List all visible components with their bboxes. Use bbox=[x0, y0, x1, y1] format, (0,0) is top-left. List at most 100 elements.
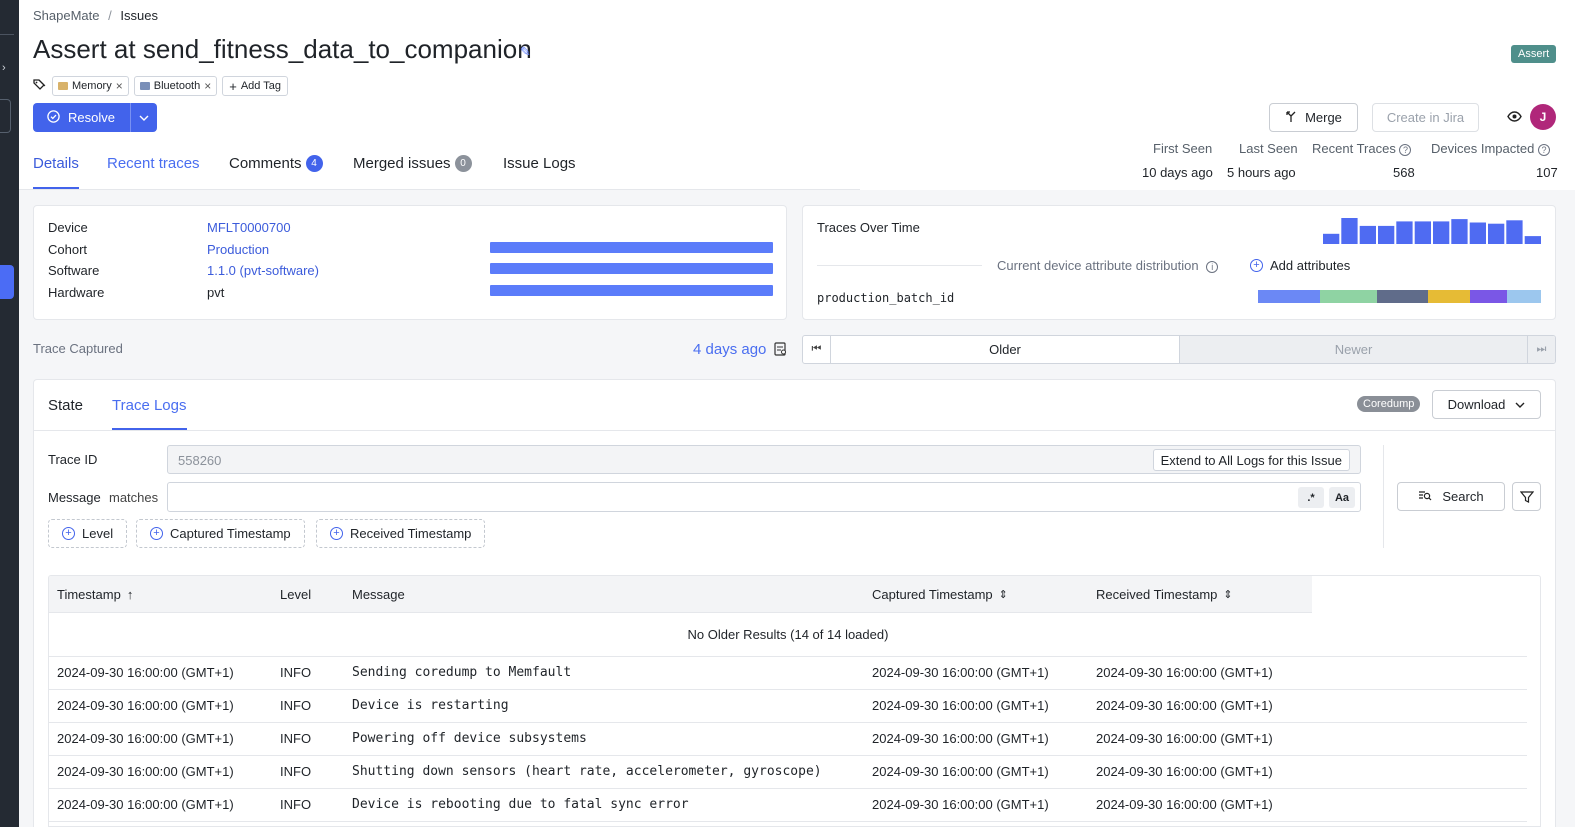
merge-button[interactable]: Merge bbox=[1269, 103, 1358, 132]
filter-button[interactable] bbox=[1512, 482, 1541, 511]
chart-bar[interactable] bbox=[1378, 225, 1395, 244]
regex-toggle[interactable]: .* bbox=[1298, 487, 1324, 508]
recent-traces-label-text: Recent Traces bbox=[1312, 141, 1396, 156]
help-icon[interactable]: i bbox=[1206, 261, 1219, 273]
column-message[interactable]: Message bbox=[352, 587, 405, 602]
software-link[interactable]: 1.1.0 (pvt-software) bbox=[207, 263, 319, 278]
resolve-dropdown-button[interactable] bbox=[131, 112, 157, 124]
download-label: Download bbox=[1447, 397, 1506, 412]
expand-sidebar-icon[interactable]: › bbox=[2, 62, 6, 74]
app-sidebar-rail: › bbox=[0, 0, 19, 827]
first-seen-label: First Seen bbox=[1153, 141, 1213, 156]
chevron-down-icon bbox=[139, 115, 149, 121]
breadcrumb-root[interactable]: ShapeMate bbox=[33, 8, 100, 23]
tab-details[interactable]: Details bbox=[33, 155, 79, 172]
received-timestamp-filter-chip[interactable]: + Received Timestamp bbox=[316, 519, 486, 548]
remove-tag-icon[interactable]: × bbox=[116, 79, 123, 93]
device-link[interactable]: MFLT0000700 bbox=[207, 220, 291, 235]
merge-label: Merge bbox=[1305, 110, 1342, 125]
rail-nav-item-active[interactable] bbox=[0, 265, 14, 299]
add-attributes-button[interactable]: + Add attributes bbox=[1250, 258, 1350, 273]
edit-title-icon[interactable]: ✎ bbox=[520, 44, 531, 60]
tag-memory[interactable]: Memory × bbox=[52, 76, 129, 96]
create-in-jira-button[interactable]: Create in Jira bbox=[1372, 103, 1479, 132]
detail-key: Software bbox=[48, 263, 100, 278]
column-captured-timestamp[interactable]: Captured Timestamp ⇕ bbox=[872, 587, 1008, 602]
recent-traces-value: 568 bbox=[1393, 165, 1415, 180]
tab-label: Issue Logs bbox=[503, 155, 576, 172]
bluetooth-tag-icon bbox=[139, 82, 150, 90]
table-row[interactable]: 2024-09-30 16:00:00 (GMT+1) INFO Shuttin… bbox=[49, 756, 1527, 789]
help-icon[interactable]: ? bbox=[1537, 144, 1550, 156]
distribution-segment[interactable] bbox=[1507, 290, 1541, 303]
chart-bar[interactable] bbox=[1488, 223, 1505, 244]
captured-timestamp-filter-chip[interactable]: + Captured Timestamp bbox=[136, 519, 305, 548]
chart-bar[interactable] bbox=[1524, 236, 1541, 244]
cell-received: 2024-09-30 16:00:00 (GMT+1) bbox=[1096, 731, 1273, 746]
level-filter-chip[interactable]: + Level bbox=[48, 519, 128, 548]
trace-captured-time[interactable]: 4 days ago bbox=[693, 341, 766, 358]
older-button[interactable]: Older bbox=[831, 336, 1180, 363]
subtab-trace-logs[interactable]: Trace Logs bbox=[112, 397, 186, 414]
column-level[interactable]: Level bbox=[280, 587, 311, 602]
table-header: Timestamp ↑ Level Message Captured Timest… bbox=[49, 576, 1312, 613]
add-tag-button[interactable]: + Add Tag bbox=[222, 76, 289, 96]
resolve-button[interactable]: Resolve bbox=[33, 103, 131, 132]
column-timestamp[interactable]: Timestamp ↑ bbox=[57, 587, 133, 602]
case-sensitive-toggle[interactable]: Aa bbox=[1329, 487, 1355, 508]
help-icon[interactable]: ? bbox=[1399, 144, 1412, 156]
distribution-segment[interactable] bbox=[1258, 290, 1320, 303]
last-trace-icon[interactable]: ⏭ bbox=[1527, 336, 1555, 363]
table-row[interactable]: 2024-09-30 16:00:00 (GMT+1) INFO Powerin… bbox=[49, 723, 1527, 756]
distribution-segment[interactable] bbox=[1320, 290, 1377, 303]
chart-bar[interactable] bbox=[1414, 221, 1431, 244]
column-received-timestamp[interactable]: Received Timestamp ⇕ bbox=[1096, 587, 1233, 602]
chart-bar[interactable] bbox=[1359, 225, 1376, 244]
plus-circle-icon: + bbox=[62, 527, 75, 540]
table-row[interactable]: 2024-09-30 16:00:00 (GMT+1) INFO Device … bbox=[49, 690, 1527, 723]
chart-bar[interactable] bbox=[1469, 222, 1486, 245]
cell-received: 2024-09-30 16:00:00 (GMT+1) bbox=[1096, 764, 1273, 779]
subtab-state[interactable]: State bbox=[48, 397, 83, 414]
chart-bar[interactable] bbox=[1506, 220, 1523, 244]
newer-button[interactable]: Newer bbox=[1180, 336, 1527, 363]
first-seen-value: 10 days ago bbox=[1142, 165, 1213, 180]
cell-level: INFO bbox=[280, 698, 312, 713]
chart-bar[interactable] bbox=[1323, 233, 1340, 244]
tab-issue-logs[interactable]: Issue Logs bbox=[503, 155, 576, 172]
chart-bar[interactable] bbox=[1341, 218, 1358, 244]
message-filter-input[interactable]: .* Aa bbox=[167, 482, 1361, 512]
detail-key: Hardware bbox=[48, 285, 105, 300]
search-button[interactable]: Search bbox=[1397, 482, 1505, 511]
user-avatar[interactable]: J bbox=[1530, 104, 1556, 130]
tab-merged-issues[interactable]: Merged issues 0 bbox=[353, 155, 472, 172]
first-trace-icon[interactable]: ⏮ bbox=[803, 336, 831, 363]
table-row[interactable]: 2024-09-30 16:00:00 (GMT+1) INFO Device … bbox=[49, 789, 1527, 822]
cohort-link[interactable]: Production bbox=[207, 242, 269, 257]
tab-comments[interactable]: Comments 4 bbox=[229, 155, 323, 172]
cohort-distribution-bar bbox=[490, 242, 773, 253]
breadcrumb-current[interactable]: Issues bbox=[120, 8, 158, 23]
table-row[interactable]: 2024-09-30 16:00:00 (GMT+1) INFO Sending… bbox=[49, 657, 1527, 690]
chart-bar[interactable] bbox=[1396, 221, 1413, 244]
remove-tag-icon[interactable]: × bbox=[204, 79, 211, 93]
distribution-segment[interactable] bbox=[1470, 290, 1507, 303]
last-seen-label: Last Seen bbox=[1239, 141, 1298, 156]
rail-nav-item[interactable] bbox=[0, 99, 11, 133]
extend-to-all-logs-button[interactable]: Extend to All Logs for this Issue bbox=[1152, 449, 1350, 471]
distribution-segment[interactable] bbox=[1377, 290, 1428, 303]
rail-divider bbox=[0, 34, 14, 35]
calendar-icon[interactable] bbox=[774, 341, 787, 359]
cell-captured: 2024-09-30 16:00:00 (GMT+1) bbox=[872, 797, 1049, 812]
sort-icon: ⇕ bbox=[998, 589, 1008, 601]
distribution-segment[interactable] bbox=[1428, 290, 1470, 303]
resolve-label: Resolve bbox=[68, 110, 115, 125]
cell-timestamp: 2024-09-30 16:00:00 (GMT+1) bbox=[57, 731, 234, 746]
chart-bar[interactable] bbox=[1451, 219, 1468, 244]
tab-recent-traces[interactable]: Recent traces bbox=[107, 155, 200, 172]
watch-eye-icon[interactable] bbox=[1507, 110, 1522, 125]
tag-bluetooth[interactable]: Bluetooth × bbox=[133, 76, 218, 96]
plus-icon: + bbox=[229, 78, 237, 94]
download-button[interactable]: Download bbox=[1432, 390, 1541, 419]
chart-bar[interactable] bbox=[1433, 221, 1450, 244]
